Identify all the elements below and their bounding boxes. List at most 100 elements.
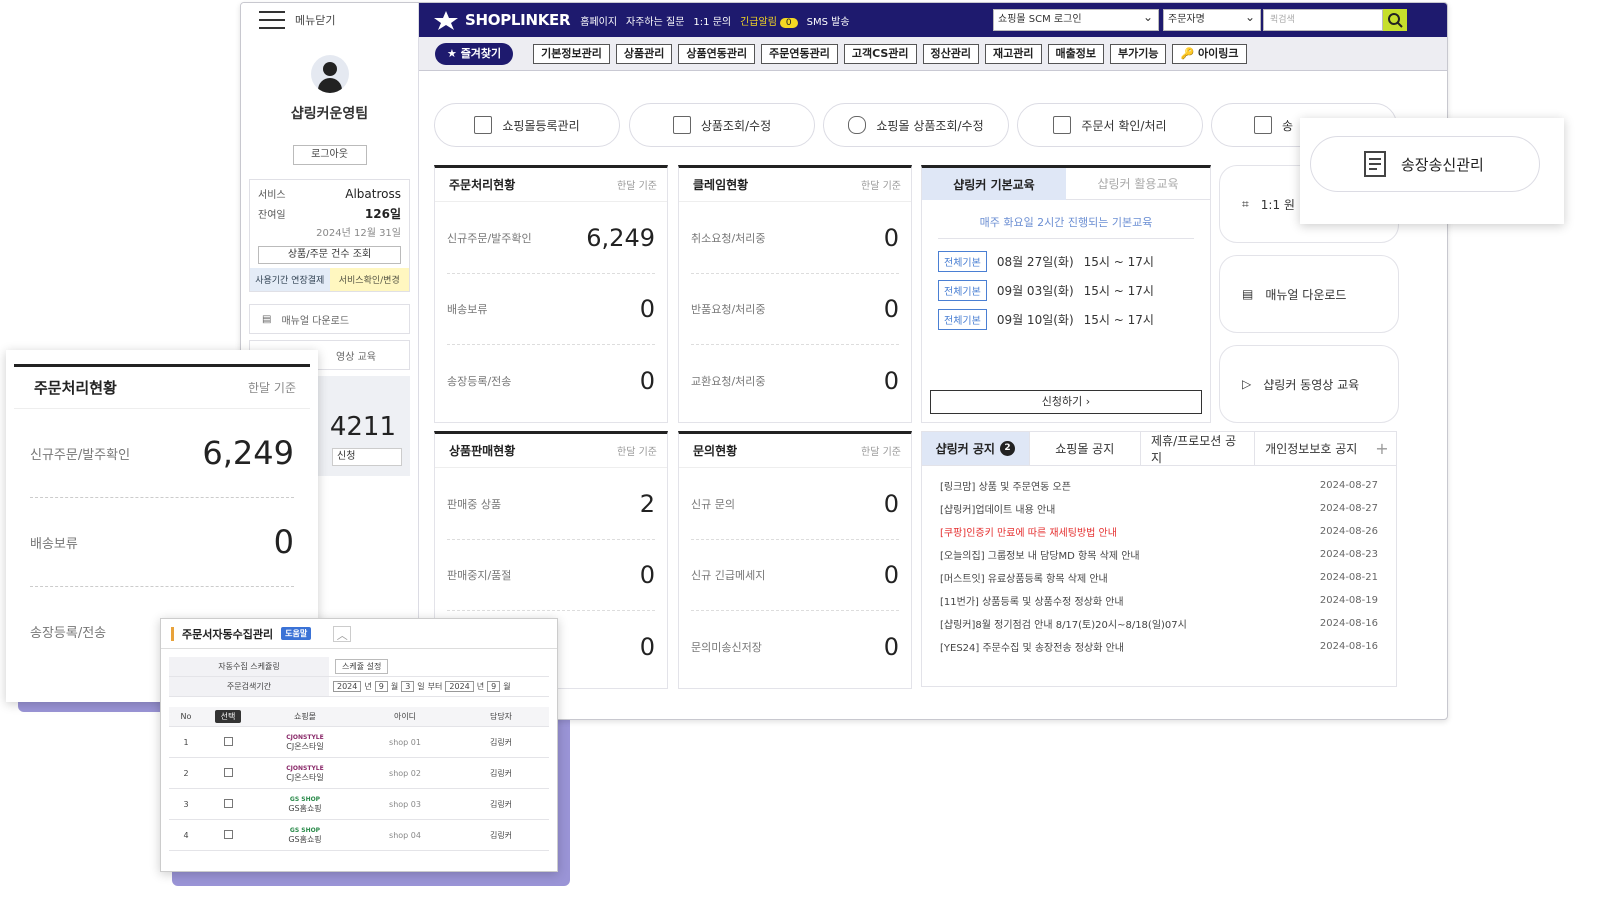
search-button[interactable]: [1383, 9, 1407, 31]
notice-panel: 샵링커 공지 2 쇼핑몰 공지 제휴/프로모션 공지 개인정보보호 공지 + [링…: [921, 431, 1397, 687]
help-button[interactable]: 도움말: [281, 627, 312, 640]
side-apply-button[interactable]: 신청: [332, 448, 402, 466]
zoom-row-new[interactable]: 신규주문/발주확인 6,249: [30, 409, 294, 498]
scm-login-select[interactable]: 쇼핑몰 SCM 로그인: [993, 7, 1159, 31]
order-row-new[interactable]: 신규주문/발주확인 6,249: [447, 202, 655, 274]
panel-sub: 한달 기준: [861, 181, 901, 192]
manual-download-card[interactable]: ▤ 매뉴얼 다운로드: [1219, 255, 1399, 333]
plus-icon[interactable]: +: [1368, 432, 1396, 465]
claim-row-return[interactable]: 반품요청/처리중 0: [691, 274, 899, 345]
tab-shoplinker-notice[interactable]: 샵링커 공지 2: [922, 432, 1030, 465]
manager-name: 김링커: [489, 768, 513, 778]
inquiry-link[interactable]: 1:1 문의: [693, 13, 731, 28]
edu-date: 08월 27일(화): [996, 255, 1074, 269]
row-value: 0: [883, 561, 899, 589]
nav-settlement[interactable]: 정산관리: [922, 43, 980, 64]
claim-row-cancel[interactable]: 취소요청/처리중 0: [691, 202, 899, 274]
logout-button[interactable]: 로그아웃: [292, 145, 367, 165]
notice-item[interactable]: [샵링커]8월 정기점검 안내 8/17(토)20시~8/18(일)07시 202…: [940, 612, 1378, 635]
select-all-button[interactable]: 선택: [214, 710, 242, 723]
year-from-select[interactable]: 2024: [333, 681, 362, 692]
homepage-link[interactable]: 홈페이지: [580, 13, 617, 28]
panel-title: 주문처리현황: [449, 178, 516, 192]
nav-inventory[interactable]: 재고관리: [985, 43, 1042, 64]
schedule-button[interactable]: 스케쥴 설정: [335, 659, 389, 674]
tab-promo-notice[interactable]: 제휴/프로모션 공지: [1141, 432, 1255, 465]
avatar: [310, 55, 349, 93]
row-checkbox[interactable]: [223, 736, 233, 746]
notice-item[interactable]: [쿠팡]인증키 만료에 따른 재세팅방법 안내 2024-08-26: [940, 520, 1378, 543]
table-row: 3 GS SHOP GS홈쇼핑 shop 03 김링커: [169, 789, 549, 820]
quick-label: 쇼핑몰 상품조회/수정: [876, 118, 984, 133]
year-to-select[interactable]: 2024: [445, 681, 474, 692]
quick-mall-register[interactable]: 쇼핑몰등록관리: [434, 103, 620, 147]
nav-addon[interactable]: 부가기능: [1110, 43, 1167, 64]
notice-item[interactable]: [오늘의집] 그룹정보 내 담당MD 항목 삭제 안내 2024-08-23: [940, 543, 1378, 566]
urgent-link[interactable]: 긴급알림 0: [740, 13, 798, 28]
collapse-icon[interactable]: ︿: [333, 625, 352, 642]
panel-sub: 한달 기준: [861, 447, 901, 458]
notice-item[interactable]: [머스트잇] 유료상품등록 항목 삭제 안내 2024-08-21: [940, 566, 1378, 589]
favorites-button[interactable]: ★ 즐겨찾기: [435, 42, 514, 65]
row-checkbox[interactable]: [223, 829, 233, 839]
quick-order-process[interactable]: 주문서 확인/처리: [1017, 103, 1203, 147]
inquiry-row-new[interactable]: 신규 문의 0: [691, 468, 899, 540]
notice-item[interactable]: [링크맘] 상품 및 주문연동 오픈 2024-08-27: [940, 474, 1378, 497]
menu-close-button[interactable]: 메뉴닫기: [241, 3, 418, 37]
sales-row-onsale[interactable]: 판매중 상품 2: [447, 468, 655, 540]
nav-customer-cs[interactable]: 고객CS관리: [843, 43, 917, 64]
inquiry-row-urgent[interactable]: 신규 긴급메세지 0: [691, 540, 899, 611]
video-edu-card[interactable]: ▷ 샵링커 동영상 교육: [1219, 345, 1399, 423]
nav-sales-info[interactable]: 매출정보: [1047, 43, 1104, 64]
document-icon: ▤: [1242, 287, 1254, 301]
panel-sub: 한달 기준: [617, 181, 657, 192]
row-checkbox[interactable]: [223, 798, 233, 808]
sms-link[interactable]: SMS 발송: [807, 13, 850, 28]
row-checkbox[interactable]: [223, 767, 233, 777]
zoom-row-hold[interactable]: 배송보류 0: [30, 498, 294, 587]
notice-item[interactable]: [11번가] 상품등록 및 상품수정 정상화 안내 2024-08-19: [940, 589, 1378, 612]
order-row-hold[interactable]: 배송보류 0: [447, 274, 655, 345]
search-type-select[interactable]: 주문자명: [1163, 7, 1261, 31]
service-confirm-button[interactable]: 서비스확인/변경: [329, 268, 409, 291]
month-from-select[interactable]: 9: [374, 681, 388, 692]
order-count-button[interactable]: 상품/주문 건수 조회: [258, 246, 401, 264]
row-no: 1: [183, 737, 189, 747]
panel-title: 클레임현황: [693, 178, 749, 192]
quick-search-input[interactable]: 퀵검색: [1263, 9, 1383, 31]
nav-ilink[interactable]: 🔑 아이링크: [1172, 43, 1247, 64]
claim-row-exchange[interactable]: 교환요청/처리중 0: [691, 345, 899, 416]
inquiry-row-unsent[interactable]: 문의미송신저장 0: [691, 611, 899, 682]
edu-session: 전체기본 09월 10일(화) 15시 ~ 17시: [938, 309, 1210, 330]
edu-apply-button[interactable]: 신청하기 ›: [930, 390, 1202, 414]
table-row: 2 CJONSTYLE CJ온스타일 shop 02 김링커: [169, 758, 549, 789]
extend-button[interactable]: 사용기간 연장결제: [250, 268, 330, 291]
edu-date: 09월 10일(화): [996, 313, 1074, 327]
nav-product[interactable]: 상품관리: [615, 43, 673, 64]
nav-order-link[interactable]: 주문연동관리: [761, 43, 838, 64]
quick-mall-product[interactable]: 쇼핑몰 상품조회/수정: [823, 103, 1009, 147]
tab-basic-edu[interactable]: 샵링커 기본교육: [922, 168, 1066, 200]
tab-privacy-notice[interactable]: 개인정보보호 공지: [1255, 432, 1368, 465]
tab-advanced-edu[interactable]: 샵링커 활용교육: [1066, 168, 1210, 200]
tab-mall-notice[interactable]: 쇼핑몰 공지: [1030, 432, 1142, 465]
month-to-select[interactable]: 9: [487, 681, 501, 692]
service-label: 서비스: [258, 190, 286, 201]
mall-table: No 선택 쇼핑몰 아이디 담당자 1 CJONSTYLE CJ온스타일 shop…: [169, 707, 549, 851]
nav-basic-info[interactable]: 기본정보관리: [533, 43, 610, 64]
order-row-invoice[interactable]: 송장등록/전송 0: [447, 345, 655, 416]
day-from-select[interactable]: 3: [401, 681, 415, 692]
notice-item[interactable]: [YES24] 주문수집 및 송장전송 정상화 안내 2024-08-16: [940, 635, 1378, 658]
urgent-badge: 0: [779, 17, 798, 28]
invoice-send-card[interactable]: 송장송신관리: [1310, 136, 1540, 192]
logo[interactable]: SHOPLINKER: [433, 10, 571, 30]
row-label: 신규 긴급메세지: [691, 569, 766, 582]
auto-collect-title: 주문서자동수집관리: [182, 627, 274, 641]
manual-download-link[interactable]: ▤ 매뉴얼 다운로드: [249, 304, 410, 334]
table-header: No 선택 쇼핑몰 아이디 담당자: [169, 707, 549, 727]
nav-product-link[interactable]: 상품연동관리: [678, 43, 756, 64]
notice-item[interactable]: [샵링커]업데이트 내용 안내 2024-08-27: [940, 497, 1378, 520]
quick-product-search[interactable]: 상품조회/수정: [629, 103, 815, 147]
sales-row-stopped[interactable]: 판매중지/품절 0: [447, 540, 655, 611]
faq-link[interactable]: 자주하는 질문: [626, 13, 684, 28]
